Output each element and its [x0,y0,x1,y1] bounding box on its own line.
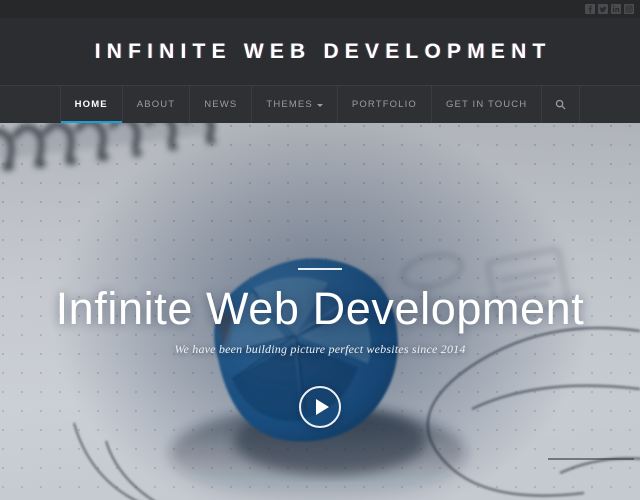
nav-item-label: THEMES [266,99,313,110]
linkedin-icon[interactable] [611,4,621,14]
facebook-icon[interactable] [585,4,595,14]
nav-item-label: NEWS [204,99,238,110]
hero-title: Infinite Web Development [55,283,585,334]
nav-item-label: PORTFOLIO [351,99,417,110]
brand-bar: INFINITE WEB DEVELOPMENT [0,18,640,85]
nav-item-home[interactable]: HOME [59,86,122,124]
chevron-down-icon [316,104,323,107]
nav-search-button[interactable] [541,86,581,123]
hero-subtitle: We have been building picture perfect we… [174,342,466,356]
hero-divider [298,268,342,270]
twitter-icon[interactable] [598,4,608,14]
nav-item-label: GET IN TOUCH [445,99,528,110]
nav-item-about[interactable]: ABOUT [121,86,189,123]
play-icon [315,399,329,415]
play-video-button[interactable] [299,386,341,428]
nav-item-news[interactable]: NEWS [189,86,251,123]
nav-item-themes[interactable]: THEMES [251,86,337,123]
social-links [585,4,634,14]
nav-item-get-in-touch[interactable]: GET IN TOUCH [430,86,541,123]
search-icon [556,99,566,110]
hero-content: Infinite Web Development We have been bu… [0,268,640,428]
top-utility-bar [0,0,640,18]
instagram-icon[interactable] [624,4,634,14]
main-navigation: HOME ABOUT NEWS THEMES PORTFOLIO GET IN … [0,85,640,124]
nav-item-portfolio[interactable]: PORTFOLIO [336,86,431,123]
nav-items: HOME ABOUT NEWS THEMES PORTFOLIO GET IN … [59,86,581,124]
nav-item-label: ABOUT [136,99,176,110]
hero-section: Infinite Web Development We have been bu… [0,123,640,500]
nav-item-label: HOME [74,99,108,110]
page-root: INFINITE WEB DEVELOPMENT HOME ABOUT NEWS… [0,0,640,500]
site-title[interactable]: INFINITE WEB DEVELOPMENT [89,40,552,64]
